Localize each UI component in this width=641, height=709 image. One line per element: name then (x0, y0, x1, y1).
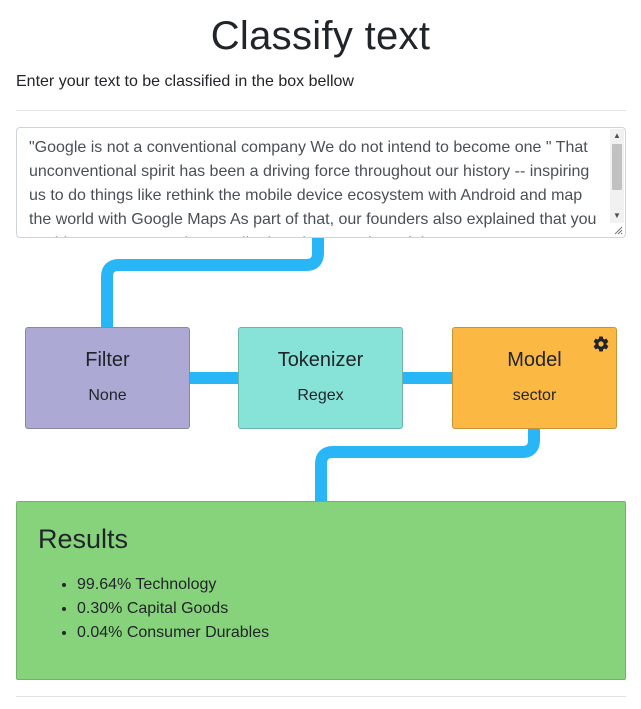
text-input-value[interactable]: "Google is not a conventional company We… (29, 136, 601, 237)
tokenizer-value: Regex (297, 387, 344, 404)
gear-icon[interactable] (592, 335, 610, 353)
tokenizer-title: Tokenizer (277, 349, 364, 371)
tokenizer-block[interactable]: Tokenizer Regex (238, 327, 403, 429)
divider-bottom (16, 696, 626, 697)
scroll-down-arrow-icon[interactable]: ▼ (610, 209, 624, 223)
page-subtitle: Enter your text to be classified in the … (16, 73, 354, 90)
results-title: Results (38, 524, 129, 554)
filter-title: Filter (85, 349, 130, 371)
scroll-up-arrow-icon[interactable]: ▲ (610, 129, 624, 143)
classify-page: Classify text Enter your text to be clas… (0, 0, 641, 709)
text-input-field[interactable]: "Google is not a conventional company We… (16, 127, 626, 238)
filter-value: None (88, 387, 127, 404)
result-item: 0.30% Capital Goods (77, 597, 269, 621)
results-list: 99.64% Technology 0.30% Capital Goods 0.… (39, 573, 269, 645)
model-block[interactable]: Model sector (452, 327, 617, 429)
scroll-thumb[interactable] (612, 144, 622, 190)
divider-top (16, 110, 626, 111)
filter-block[interactable]: Filter None (25, 327, 190, 429)
result-item: 99.64% Technology (77, 573, 269, 597)
resize-grip-icon[interactable] (613, 225, 623, 235)
connector-model-results (315, 428, 540, 502)
connector-input-filter (101, 238, 324, 328)
result-item: 0.04% Consumer Durables (77, 621, 269, 645)
textarea-scrollbar[interactable]: ▲ ▼ (610, 129, 624, 223)
page-title: Classify text (210, 14, 431, 58)
model-value: sector (512, 387, 557, 404)
results-panel: Results 99.64% Technology 0.30% Capital … (16, 501, 626, 680)
